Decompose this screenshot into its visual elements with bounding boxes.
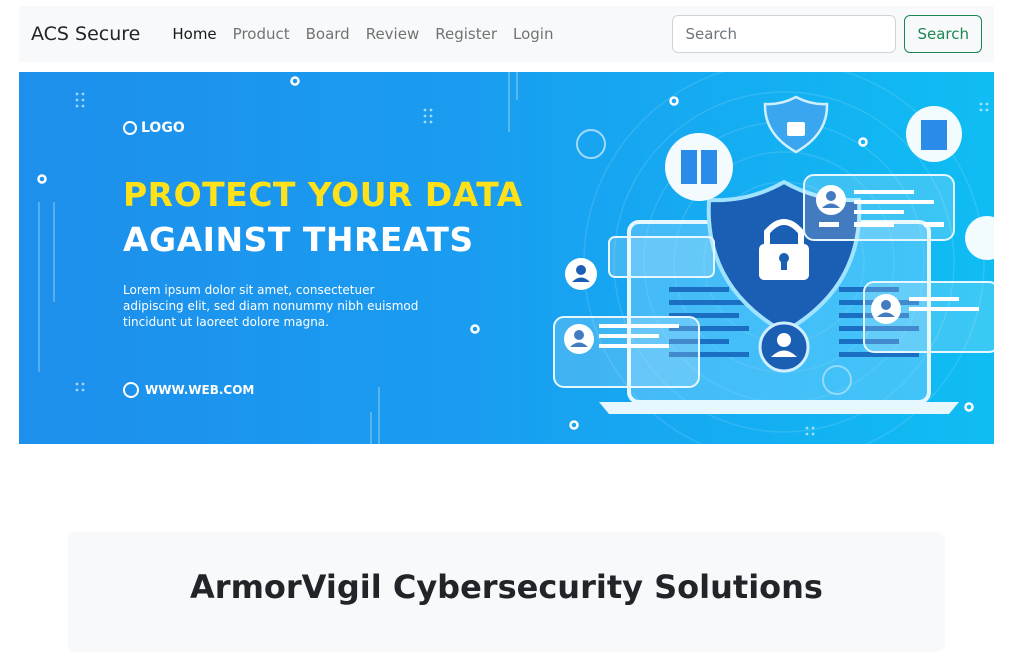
nav-item-review[interactable]: Review: [358, 25, 428, 43]
page-title: ArmorVigil Cybersecurity Solutions: [190, 568, 823, 606]
banner-headline-line2: AGAINST THREATS: [123, 220, 474, 259]
nav-item-home[interactable]: Home: [164, 25, 224, 43]
nav-menu: Home Product Board Review Register Login: [164, 25, 561, 43]
banner-body-text: Lorem ipsum dolor sit amet, consectetuer…: [123, 283, 419, 329]
banner-website-text: WWW.WEB.COM: [145, 383, 255, 397]
hero-banner-image: LOGO PROTECT YOUR DATA AGAINST THREATS L…: [19, 72, 994, 444]
banner-logo: LOGO: [123, 120, 185, 136]
globe-icon: [123, 382, 139, 398]
banner-headline-line1: PROTECT YOUR DATA: [123, 175, 523, 214]
banner-headline: PROTECT YOUR DATA AGAINST THREATS: [123, 172, 523, 262]
top-navbar: ACS Secure Home Product Board Review Reg…: [19, 6, 994, 62]
logo-ring-icon: [123, 121, 137, 135]
nav-item-register[interactable]: Register: [427, 25, 505, 43]
search-form: Search: [672, 15, 982, 53]
search-button[interactable]: Search: [904, 15, 982, 53]
nav-item-product[interactable]: Product: [225, 25, 298, 43]
banner-logo-text: LOGO: [141, 120, 185, 136]
nav-item-board[interactable]: Board: [298, 25, 358, 43]
search-input[interactable]: [672, 15, 897, 53]
nav-item-login[interactable]: Login: [505, 25, 561, 43]
intro-card: ArmorVigil Cybersecurity Solutions: [68, 532, 945, 652]
banner-website: WWW.WEB.COM: [123, 382, 254, 398]
brand-link[interactable]: ACS Secure: [31, 23, 140, 45]
